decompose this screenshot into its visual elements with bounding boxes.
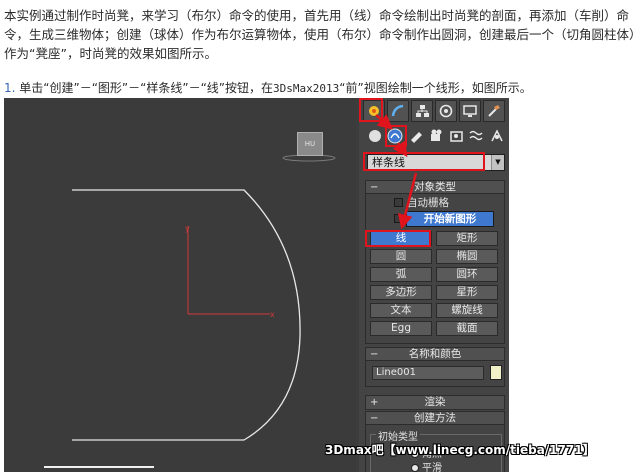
watermark: 3Dmax吧【www.linecg.com/tieba/1771】 — [325, 443, 595, 457]
arrow-to-dropdown — [392, 140, 408, 158]
intro-paragraph: 本实例通过制作时尚凳，来学习（布尔）命令的使用，首先用（线）命令绘制出时尚凳的剖… — [4, 8, 636, 61]
step-number: 1. — [4, 81, 16, 95]
step-version: 3DsMax2013 — [273, 82, 340, 95]
arrow-to-shapes — [375, 114, 393, 130]
annotation-arrows — [375, 114, 418, 230]
step-instruction: 1. 单击“创建”－“图形”－“样条线”－“线”按钮，在3DsMax2013“前… — [4, 80, 640, 97]
max-screenshot: y x HU 样条线 ▼ − 对象类型 自动栅格 开始新图形 线 矩形 圆 椭圆… — [4, 98, 509, 472]
bottom-divider — [44, 466, 154, 468]
step-text-before: 单击“创建”－“图形”－“样条线”－“线”按钮，在 — [19, 81, 274, 95]
step-text-after: “前”视图绘制一个线形，如图所示。 — [339, 81, 532, 95]
arrow-to-line — [397, 172, 418, 230]
